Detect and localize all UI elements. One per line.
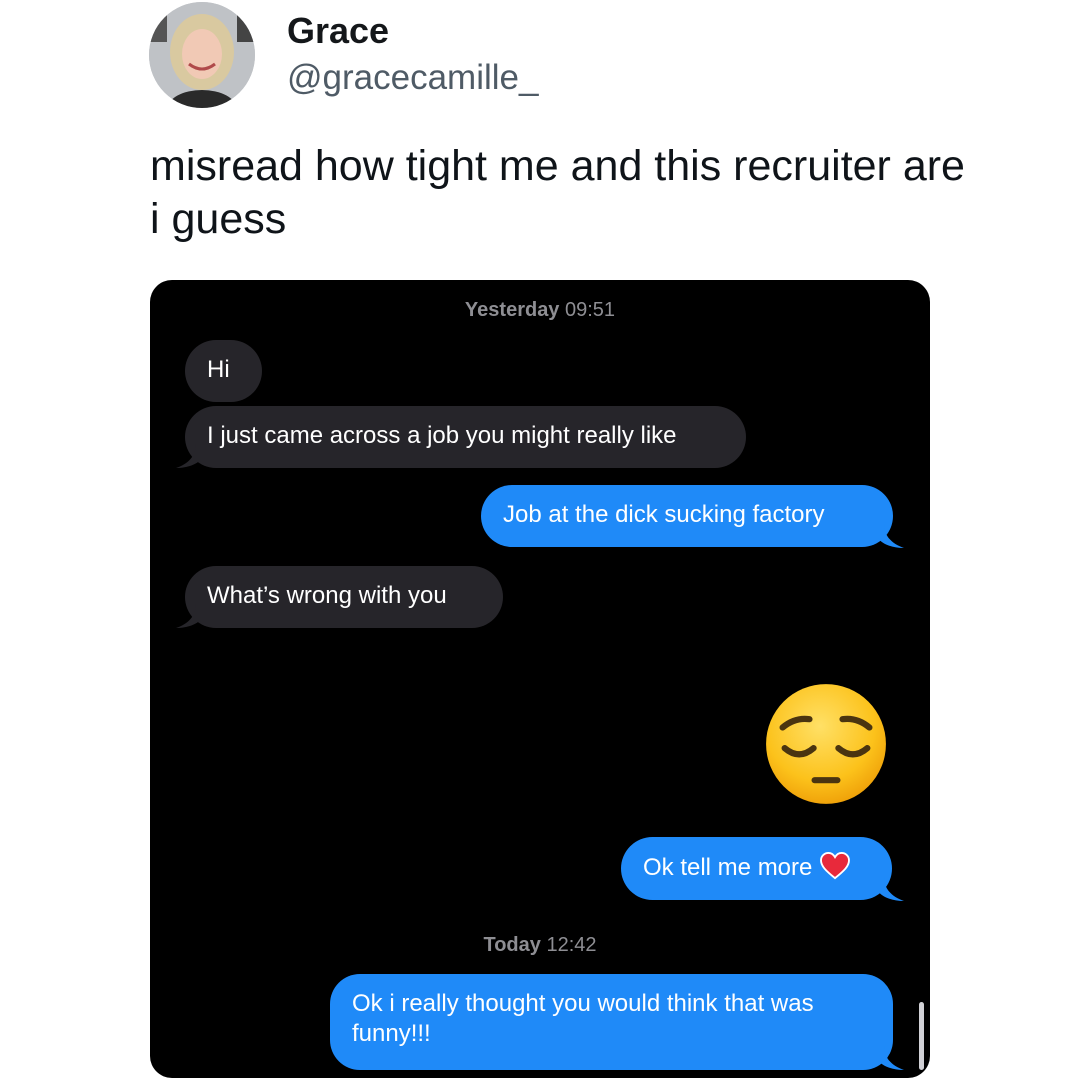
bubble-tail-incoming xyxy=(176,604,202,628)
timestamp-day: Yesterday xyxy=(464,299,560,321)
message-bubble-outgoing[interactable]: Ok i really thought you would think that… xyxy=(330,974,893,1070)
bubble-tail-outgoing xyxy=(878,1046,904,1070)
timestamp-yesterday: Yesterday 09:51 xyxy=(150,299,930,322)
message-screenshot[interactable]: Yesterday 09:51 Hi I just came across a … xyxy=(150,280,930,1078)
bubble-tail-outgoing xyxy=(878,524,904,548)
user-handle[interactable]: @gracecamille_ xyxy=(287,58,538,98)
profile-photo xyxy=(149,2,255,108)
timestamp-day: Today xyxy=(483,934,541,956)
red-heart-emoji-icon xyxy=(820,852,851,880)
timestamp-today: Today 12:42 xyxy=(150,934,930,957)
message-bubble-incoming[interactable]: Hi xyxy=(185,340,262,402)
tweet-text: misread how tight me and this recruiter … xyxy=(150,142,965,243)
timestamp-time: 12:42 xyxy=(546,934,597,956)
pensive-face-emoji-icon[interactable] xyxy=(764,682,888,806)
message-bubble-incoming[interactable]: What’s wrong with you xyxy=(185,566,503,628)
bubble-tail-incoming xyxy=(176,444,202,468)
message-bubble-outgoing[interactable]: Job at the dick sucking factory xyxy=(481,485,893,547)
scrollbar[interactable] xyxy=(919,1002,924,1070)
message-text: Ok tell me more xyxy=(643,854,813,881)
display-name[interactable]: Grace xyxy=(287,10,389,52)
bubble-tail-outgoing xyxy=(878,877,904,901)
avatar[interactable] xyxy=(149,2,255,108)
timestamp-time: 09:51 xyxy=(565,299,616,321)
message-bubble-outgoing[interactable]: Ok tell me more xyxy=(621,837,892,900)
message-bubble-incoming[interactable]: I just came across a job you might reall… xyxy=(185,406,746,468)
